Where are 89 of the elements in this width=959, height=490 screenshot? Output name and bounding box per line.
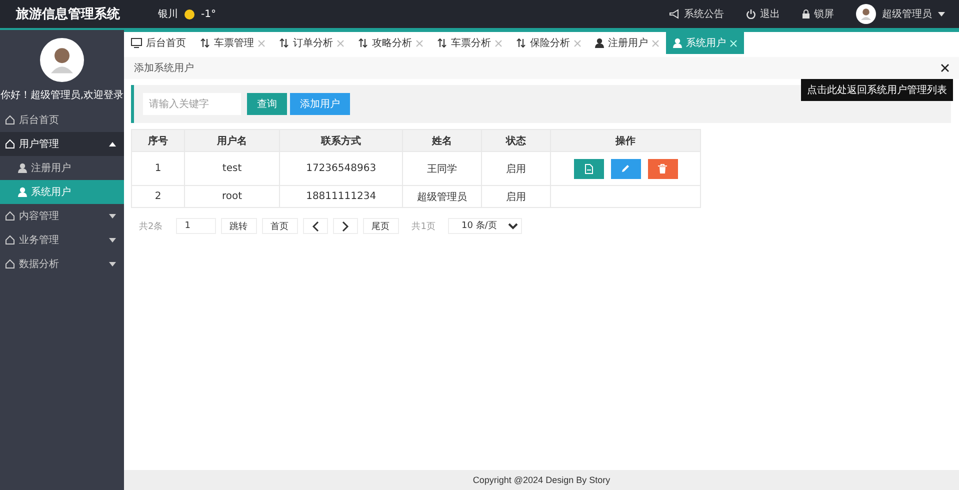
close-icon[interactable] [258,40,265,46]
search-field[interactable]: 请输入关键字 [143,93,241,115]
nav-group[interactable]: 业务管理 [0,228,124,252]
tab[interactable]: 注册用户 [588,32,666,54]
user-menu[interactable]: 超级管理员 [856,4,945,24]
close-icon[interactable] [416,40,423,46]
first-page-button[interactable]: 首页 [262,218,298,234]
column-header: 序号 [132,130,185,152]
megaphone-icon [669,9,680,19]
monitor-icon [131,38,142,48]
page-title: 添加系统用户 [134,62,195,75]
column-header: 用户名 [184,130,280,152]
column-header: 状态 [482,130,551,152]
table-cell: 1 [132,152,185,186]
tab[interactable]: 车票管理 [193,32,272,54]
copyright-text: Copyright @2024 Design By Story [472,475,610,485]
house-icon [5,115,15,125]
table-cell: 18811111234 [280,186,403,208]
person-icon [18,163,27,173]
previous-page-button[interactable] [302,218,328,234]
person-icon [595,38,604,48]
table-cell: 超级管理员 [402,186,482,208]
house-icon [5,235,15,245]
arrows-icon [279,38,289,48]
page-input[interactable]: 1 [176,218,216,234]
lock-icon [802,9,810,19]
table-cell: 王同学 [402,152,482,186]
table-cell: 启用 [482,152,551,186]
column-header: 操作 [550,130,700,152]
caret-icon [109,238,116,242]
temperature: -1° [201,8,216,20]
view-button[interactable] [574,158,604,178]
nav-group[interactable]: 用户管理 [0,132,124,156]
lock-screen-link[interactable]: 锁屏 [802,7,834,21]
arrows-icon [200,38,210,48]
tab[interactable]: 攻略分析 [351,32,430,54]
person-icon [18,187,27,197]
pencil-icon [621,164,630,173]
close-button[interactable] [941,64,949,72]
table-cell: test [184,152,280,186]
caret-icon [109,262,116,266]
nav-group[interactable]: 数据分析 [0,252,124,276]
sun-icon [184,8,195,20]
close-icon[interactable] [495,40,502,46]
close-icon[interactable] [337,40,344,46]
last-page-button[interactable]: 尾页 [362,218,399,234]
chevron-left-icon [312,220,319,232]
next-page-button[interactable] [332,218,358,234]
nav-group[interactable]: 内容管理 [0,204,124,228]
house-icon [5,259,15,269]
jump-button[interactable]: 跳转 [220,218,257,234]
avatar-icon [856,4,876,24]
arrows-icon [358,38,368,48]
page-size-select[interactable]: 10 条/页 [448,218,522,234]
column-header: 联系方式 [280,130,403,152]
tab[interactable]: 车票分析 [430,32,509,54]
house-icon [5,211,15,221]
edit-button[interactable] [610,158,641,178]
arrows-icon [516,38,526,48]
table-cell: root [184,186,280,208]
app-title: 旅游信息管理系统 [16,6,121,23]
close-icon[interactable] [574,40,581,46]
delete-button[interactable] [648,158,678,178]
caret-icon [109,142,116,146]
table-cell: 2 [132,186,185,208]
table-cell: 17236548963 [280,152,403,186]
tooltip: 点击此处返回系统用户管理列表 [801,79,953,101]
column-header: 姓名 [402,130,482,152]
weather-city: 银川 [158,8,178,21]
person-icon [673,38,682,48]
arrows-icon [437,38,447,48]
close-icon[interactable] [652,40,659,46]
chevron-right-icon [342,220,349,232]
close-icon [941,64,949,72]
nav-item[interactable]: 后台首页 [0,108,124,132]
tab[interactable]: 订单分析 [272,32,351,54]
caret-icon [109,214,116,218]
tab[interactable]: 保险分析 [509,32,588,54]
house-icon [5,139,15,149]
table-cell: 启用 [482,186,551,208]
welcome-text: 你好！超级管理员,欢迎登录 [0,88,124,102]
tab[interactable]: 后台首页 [124,32,193,54]
power-icon [746,9,756,19]
logout-link[interactable]: 退出 [746,7,780,21]
trash-icon [658,164,668,174]
document-icon [584,164,593,174]
avatar-icon [40,38,84,82]
caret-icon [938,12,945,16]
notice-link[interactable]: 系统公告 [669,7,724,21]
